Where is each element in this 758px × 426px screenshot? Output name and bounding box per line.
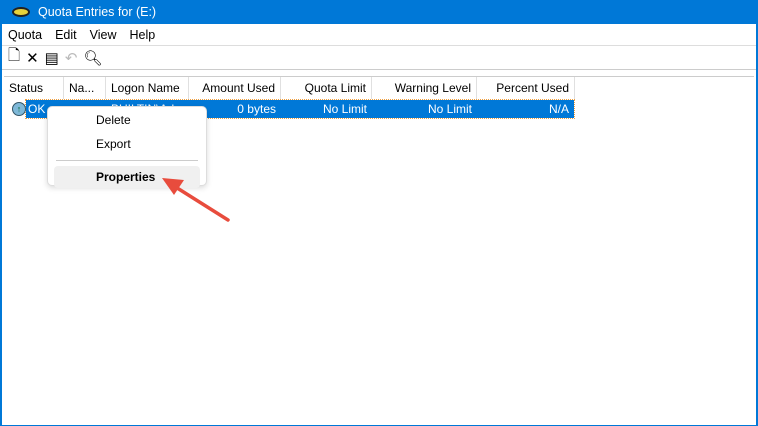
annotation-arrow-icon bbox=[162, 178, 230, 222]
